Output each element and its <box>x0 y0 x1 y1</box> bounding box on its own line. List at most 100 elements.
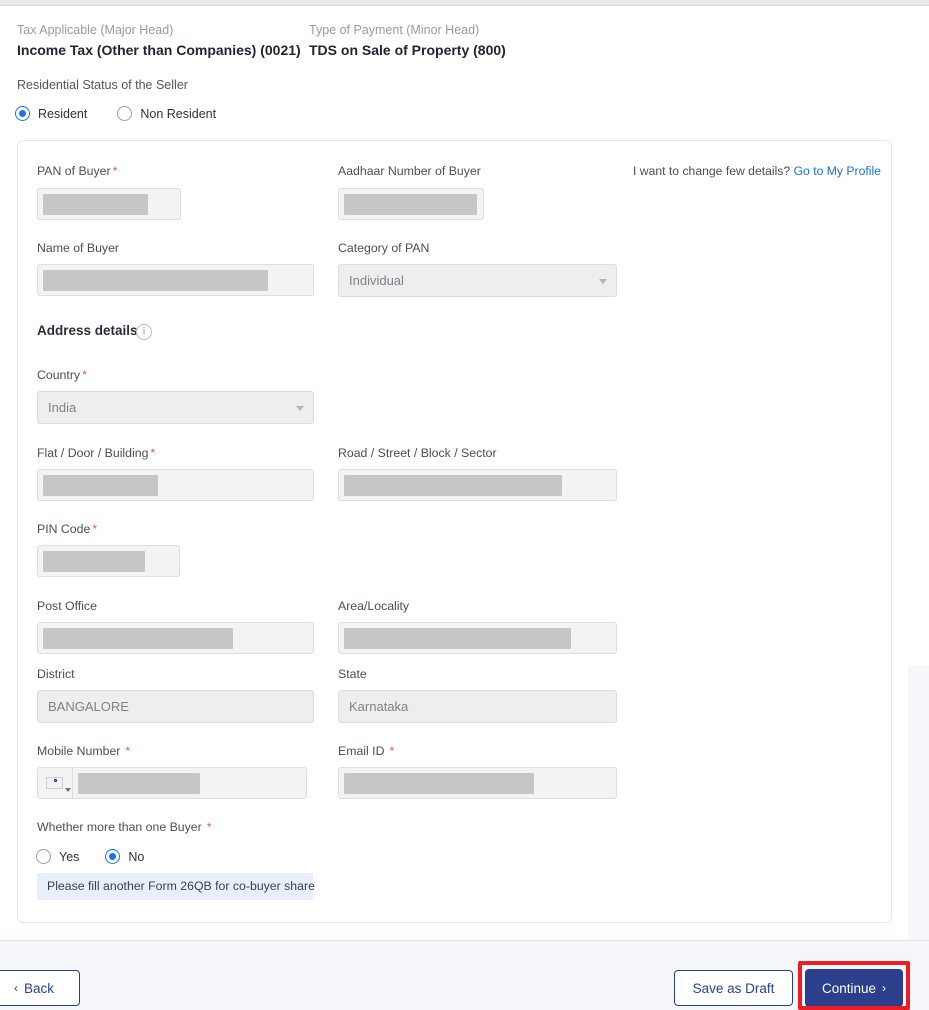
category-of-pan-label: Category of PAN <box>338 241 429 255</box>
more-than-one-buyer-label: Whether more than one Buyer * <box>37 820 212 834</box>
pin-redaction-bar <box>43 551 145 572</box>
radio-option-non-resident[interactable]: Non Resident <box>117 106 216 121</box>
pin-required-marker: * <box>92 522 97 536</box>
state-value: Karnataka <box>349 699 408 714</box>
pin-code-label: PIN Code* <box>37 522 97 536</box>
district-value: BANGALORE <box>48 699 129 714</box>
name-of-buyer-input[interactable] <box>37 264 314 296</box>
address-details-title: Address details <box>37 323 138 338</box>
pan-of-buyer-label: PAN of Buyer* <box>37 164 117 178</box>
go-to-my-profile-link[interactable]: Go to My Profile <box>794 164 881 178</box>
area-locality-redaction-bar <box>344 628 571 649</box>
top-divider <box>0 5 929 6</box>
flat-required-marker: * <box>150 446 155 460</box>
post-office-label: Post Office <box>37 599 97 613</box>
post-office-redaction-bar <box>43 628 233 649</box>
payment-type-block: Type of Payment (Minor Head) TDS on Sale… <box>309 22 506 59</box>
flat-redaction-bar <box>43 475 158 496</box>
email-id-label-text: Email ID <box>338 744 384 758</box>
radio-resident-label: Resident <box>38 107 87 121</box>
category-of-pan-value: Individual <box>349 273 404 288</box>
flat-door-building-label: Flat / Door / Building* <box>37 446 155 460</box>
save-as-draft-label: Save as Draft <box>693 981 775 996</box>
aadhaar-number-label: Aadhaar Number of Buyer <box>338 164 481 178</box>
radio-yes-label: Yes <box>59 850 79 864</box>
pan-of-buyer-input[interactable] <box>37 188 181 220</box>
country-select[interactable]: India <box>37 391 314 424</box>
back-button[interactable]: ‹ Back <box>0 970 80 1006</box>
area-locality-label: Area/Locality <box>338 599 409 613</box>
co-buyer-info-text: Please fill another Form 26QB for co-buy… <box>47 879 315 893</box>
road-street-block-input[interactable] <box>338 469 617 501</box>
pin-code-label-text: PIN Code <box>37 522 90 536</box>
chevron-down-icon[interactable] <box>296 406 304 411</box>
country-code-selector[interactable] <box>37 767 72 799</box>
radio-yes-icon[interactable] <box>36 849 51 864</box>
mobile-required-marker: * <box>125 744 130 758</box>
name-of-buyer-label: Name of Buyer <box>37 241 119 255</box>
more-than-one-buyer-radio-group: Yes No <box>36 849 174 864</box>
post-office-input[interactable] <box>37 622 314 654</box>
residential-status-radio-group: Resident Non Resident <box>15 106 246 121</box>
india-flag-icon <box>46 777 63 789</box>
flat-door-building-label-text: Flat / Door / Building <box>37 446 148 460</box>
back-button-label: Back <box>24 981 54 996</box>
co-buyer-info-message: Please fill another Form 26QB for co-buy… <box>37 873 313 900</box>
chevron-down-icon[interactable] <box>65 788 71 792</box>
profile-note: I want to change few details? Go to My P… <box>633 164 881 178</box>
page-root: Tax Applicable (Major Head) Income Tax (… <box>0 0 929 1010</box>
pan-redaction-bar <box>43 194 148 215</box>
buyer-details-card <box>17 140 892 923</box>
mobile-number-input[interactable] <box>72 767 307 799</box>
radio-no-icon[interactable] <box>105 849 120 864</box>
name-redaction-bar <box>43 270 268 291</box>
area-locality-input[interactable] <box>338 622 617 654</box>
email-required-marker: * <box>389 744 394 758</box>
info-icon[interactable]: i <box>136 324 152 340</box>
state-input[interactable]: Karnataka <box>338 690 617 723</box>
district-label: District <box>37 667 75 681</box>
flat-door-building-input[interactable] <box>37 469 314 501</box>
pan-of-buyer-label-text: PAN of Buyer <box>37 164 111 178</box>
radio-non-resident-label: Non Resident <box>140 107 216 121</box>
road-redaction-bar <box>344 475 562 496</box>
country-required-marker: * <box>82 368 87 382</box>
tax-applicable-block: Tax Applicable (Major Head) Income Tax (… <box>17 22 309 59</box>
more-than-one-buyer-label-text: Whether more than one Buyer <box>37 820 202 834</box>
radio-resident-icon[interactable] <box>15 106 30 121</box>
continue-button[interactable]: Continue › <box>805 969 903 1007</box>
radio-non-resident-icon[interactable] <box>117 106 132 121</box>
radio-option-resident[interactable]: Resident <box>15 106 87 121</box>
tax-applicable-value: Income Tax (Other than Companies) (0021) <box>17 41 309 59</box>
payment-summary: Tax Applicable (Major Head) Income Tax (… <box>17 22 897 59</box>
radio-option-no[interactable]: No <box>105 849 144 864</box>
district-input[interactable]: BANGALORE <box>37 690 314 723</box>
country-label-text: Country <box>37 368 80 382</box>
save-as-draft-button[interactable]: Save as Draft <box>674 970 793 1006</box>
payment-type-caption: Type of Payment (Minor Head) <box>309 22 506 38</box>
profile-note-text: I want to change few details? <box>633 164 790 178</box>
chevron-right-icon: › <box>882 981 886 995</box>
pin-code-input[interactable] <box>37 545 180 577</box>
scrollbar-track[interactable] <box>908 666 929 940</box>
buyer-required-marker: * <box>207 820 212 834</box>
state-label: State <box>338 667 367 681</box>
tax-applicable-caption: Tax Applicable (Major Head) <box>17 22 309 38</box>
chevron-down-icon[interactable] <box>599 279 607 284</box>
radio-option-yes[interactable]: Yes <box>36 849 79 864</box>
mobile-number-label-text: Mobile Number <box>37 744 120 758</box>
road-street-block-label: Road / Street / Block / Sector <box>338 446 497 460</box>
mobile-redaction-bar <box>78 773 200 794</box>
continue-button-label: Continue <box>822 981 876 996</box>
country-value: India <box>48 400 76 415</box>
mobile-number-label: Mobile Number * <box>37 744 130 758</box>
radio-no-label: No <box>128 850 144 864</box>
email-redaction-bar <box>344 773 534 794</box>
chevron-left-icon: ‹ <box>14 981 18 995</box>
residential-status-label: Residential Status of the Seller <box>17 78 188 92</box>
email-id-label: Email ID * <box>338 744 394 758</box>
category-of-pan-select[interactable]: Individual <box>338 264 617 297</box>
aadhaar-number-input[interactable] <box>338 188 484 220</box>
country-label: Country* <box>37 368 87 382</box>
email-id-input[interactable] <box>338 767 617 799</box>
